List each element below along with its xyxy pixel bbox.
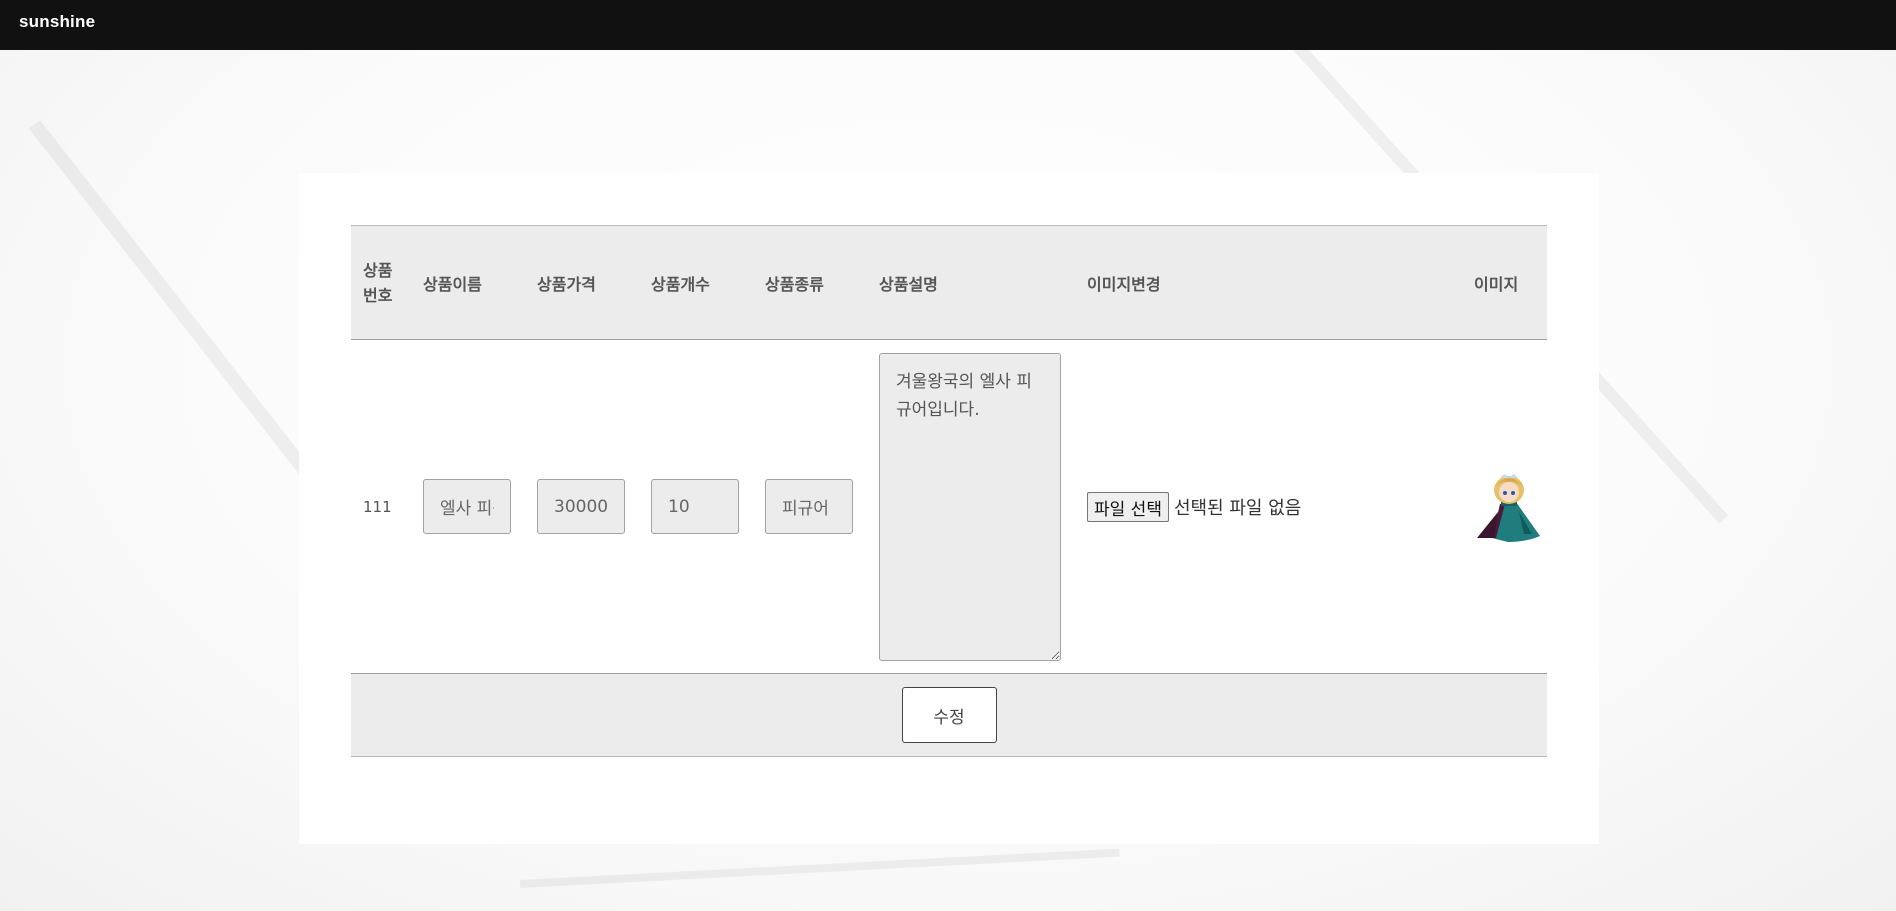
product-count-cell	[639, 340, 753, 674]
product-price-cell	[525, 340, 639, 674]
file-status-text: 선택된 파일 없음	[1173, 497, 1302, 519]
product-description-textarea[interactable]: 겨울왕국의 엘사 피규어입니다.	[879, 352, 1061, 661]
header-product-count: 상품개수	[651, 274, 710, 294]
background-streak	[520, 848, 1120, 888]
product-type-input[interactable]	[765, 479, 853, 534]
header-product-description: 상품설명	[879, 274, 938, 294]
table-row: 111 겨울왕국의 엘사 피규어입니다. 파일	[351, 340, 1547, 674]
submit-cell: 수정	[351, 674, 1547, 757]
header-product-type: 상품종류	[765, 274, 824, 294]
brand-logo[interactable]: sunshine	[19, 12, 95, 32]
header-image: 이미지	[1474, 274, 1519, 294]
image-cell	[1462, 340, 1547, 674]
product-edit-card: 상품번호 상품이름 상품가격 상품개수 상품종류 상품설명 이미지변경 이미지 …	[299, 173, 1599, 844]
change-image-cell: 파일 선택 선택된 파일 없음	[1075, 340, 1462, 674]
product-name-cell	[411, 340, 525, 674]
header-product-number: 상품번호	[363, 260, 393, 305]
edit-submit-button[interactable]: 수정	[901, 687, 997, 743]
product-name-input[interactable]	[423, 479, 511, 534]
header-product-name: 상품이름	[423, 274, 482, 294]
elsa-figure-image	[1477, 473, 1540, 542]
table-footer-row: 수정	[351, 673, 1547, 757]
product-description-cell: 겨울왕국의 엘사 피규어입니다.	[867, 340, 1075, 674]
file-input: 파일 선택 선택된 파일 없음	[1087, 491, 1450, 522]
product-price-input[interactable]	[537, 479, 625, 534]
product-count-input[interactable]	[651, 479, 739, 534]
product-edit-table: 상품번호 상품이름 상품가격 상품개수 상품종류 상품설명 이미지변경 이미지 …	[351, 225, 1547, 757]
header-product-price: 상품가격	[537, 274, 596, 294]
product-number: 111	[363, 497, 392, 516]
top-navbar: sunshine	[0, 0, 1896, 50]
product-type-cell	[753, 340, 867, 674]
header-change-image: 이미지변경	[1087, 274, 1161, 294]
choose-file-button[interactable]: 파일 선택	[1087, 491, 1169, 522]
table-header-row: 상품번호 상품이름 상품가격 상품개수 상품종류 상품설명 이미지변경 이미지	[351, 225, 1547, 340]
